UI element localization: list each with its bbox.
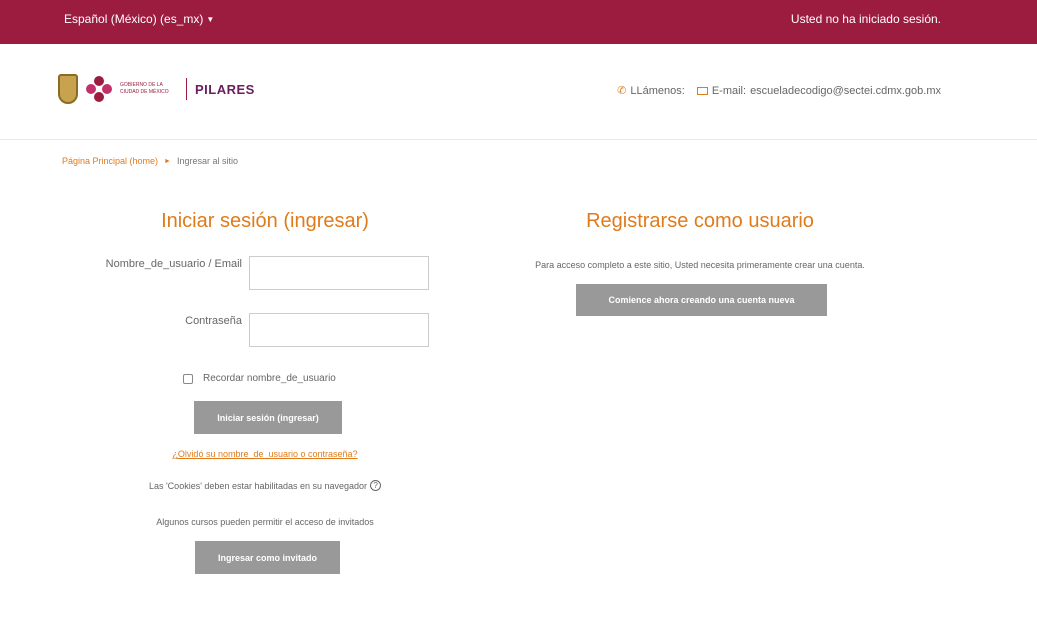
breadcrumb-home-link[interactable]: Página Principal (home) xyxy=(62,156,158,166)
create-account-button[interactable]: Comience ahora creando una cuenta nueva xyxy=(576,284,827,316)
login-status: Usted no ha iniciado sesión. xyxy=(790,12,941,26)
coat-of-arms-icon xyxy=(58,74,78,104)
language-label: Español (México) (es_mx) xyxy=(64,12,204,26)
site-header: Gobierno de la Ciudad de México PILARES … xyxy=(0,44,1037,140)
password-label: Contraseña xyxy=(185,315,242,327)
logo-brand: PILARES xyxy=(195,81,255,97)
cookies-notice-text: Las 'Cookies' deben estar habilitadas en… xyxy=(148,480,368,491)
forgot-password-link[interactable]: ¿Olvidó su nombre_de_usuario o contraseñ… xyxy=(150,449,380,459)
email-label: E-mail: xyxy=(711,84,747,97)
language-menu[interactable]: Español (México) (es_mx) ▼ xyxy=(64,12,214,26)
email-address[interactable]: escueladecodigo@sectei.cdmx.gob.mx xyxy=(750,85,941,97)
cdmx-flower-icon xyxy=(86,76,112,102)
help-icon[interactable]: ? xyxy=(370,480,382,491)
breadcrumb-separator-icon: ► xyxy=(164,157,171,165)
cookies-notice: Las 'Cookies' deben estar habilitadas en… xyxy=(110,480,420,491)
guest-login-button[interactable]: Ingresar como invitado xyxy=(195,541,340,574)
signup-text: Para acceso completo a este sitio, Usted… xyxy=(535,260,865,270)
username-input[interactable] xyxy=(249,256,429,290)
signup-title: Registrarse como usuario xyxy=(586,210,814,232)
username-label: Nombre_de_usuario / Email xyxy=(105,258,242,270)
password-input[interactable] xyxy=(249,313,429,347)
site-logo[interactable]: Gobierno de la Ciudad de México PILARES xyxy=(58,74,255,104)
remember-username-row: Recordar nombre_de_usuario xyxy=(183,373,336,384)
call-label: LLámenos: xyxy=(630,84,685,97)
remember-username-checkbox[interactable] xyxy=(183,373,193,384)
caret-down-icon: ▼ xyxy=(206,14,215,24)
breadcrumb-current: Ingresar al sitio xyxy=(176,156,239,166)
breadcrumb: Página Principal (home) ► Ingresar al si… xyxy=(62,156,238,166)
login-button[interactable]: Iniciar sesión (ingresar) xyxy=(194,401,342,434)
top-navbar: Español (México) (es_mx) ▼ Usted no ha i… xyxy=(0,0,1037,44)
remember-username-label[interactable]: Recordar nombre_de_usuario xyxy=(203,373,336,384)
envelope-icon xyxy=(696,86,708,95)
phone-icon: ✆ xyxy=(617,85,627,97)
logo-gov-text: Gobierno de la Ciudad de México xyxy=(120,82,169,95)
contact-info: ✆ LLámenos: E-mail: escueladecodigo@sect… xyxy=(617,84,941,98)
logo-divider xyxy=(186,78,187,100)
guest-notice: Algunos cursos pueden permitir el acceso… xyxy=(156,517,374,527)
login-title: Iniciar sesión (ingresar) xyxy=(161,210,369,232)
